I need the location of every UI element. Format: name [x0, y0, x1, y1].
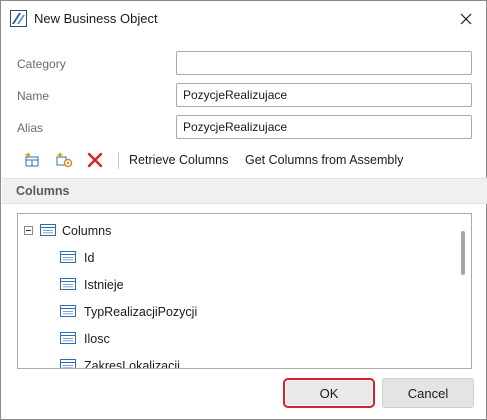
toolbar-separator: [118, 152, 119, 169]
column-icon: [60, 278, 76, 290]
alias-label: Alias: [17, 121, 44, 135]
dialog-title: New Business Object: [34, 11, 158, 26]
column-icon: [60, 305, 76, 317]
tree-root-columns[interactable]: Columns: [62, 224, 111, 244]
columns-section-header: Columns: [2, 178, 487, 204]
close-icon: [460, 13, 472, 25]
get-columns-from-assembly-button[interactable]: Get Columns from Assembly: [245, 153, 403, 167]
column-label: Ilosc: [84, 332, 110, 346]
toolbar: Retrieve Columns Get Columns from Assemb…: [13, 149, 475, 173]
category-field[interactable]: [176, 51, 472, 75]
column-label: Id: [84, 251, 95, 265]
close-button[interactable]: [454, 7, 478, 31]
retrieve-columns-button[interactable]: Retrieve Columns: [129, 153, 228, 167]
column-label: ZakresLokalizacji: [84, 359, 180, 369]
ok-button[interactable]: OK: [283, 378, 375, 408]
column-icon: [60, 251, 76, 263]
columns-section-title: Columns: [16, 184, 70, 198]
cancel-button[interactable]: Cancel: [382, 378, 474, 408]
add-column-icon: [25, 152, 39, 167]
table-icon: [40, 224, 56, 236]
category-label: Category: [17, 57, 66, 71]
name-label: Name: [17, 89, 50, 103]
delete-column-button[interactable]: [84, 149, 106, 171]
add-column-button[interactable]: [21, 149, 43, 171]
app-logo-icon: [10, 10, 27, 27]
collapse-toggle[interactable]: [24, 226, 33, 235]
add-calculated-column-icon: [56, 152, 73, 168]
delete-icon: [87, 152, 103, 168]
column-icon: [60, 332, 76, 344]
alias-field[interactable]: [176, 115, 472, 139]
column-label: TypRealizacjiPozycji: [84, 305, 198, 319]
column-icon: [60, 359, 76, 368]
new-business-object-dialog: New Business Object Category Name Alias: [0, 0, 487, 420]
name-field[interactable]: [176, 83, 472, 107]
vertical-scrollbar[interactable]: [461, 231, 465, 275]
add-calculated-column-button[interactable]: [53, 149, 75, 171]
columns-tree[interactable]: Columns Id Istnieje TypRealizacjiPozycji…: [17, 213, 472, 369]
title-bar: New Business Object: [1, 1, 486, 37]
column-label: Istnieje: [84, 278, 124, 292]
